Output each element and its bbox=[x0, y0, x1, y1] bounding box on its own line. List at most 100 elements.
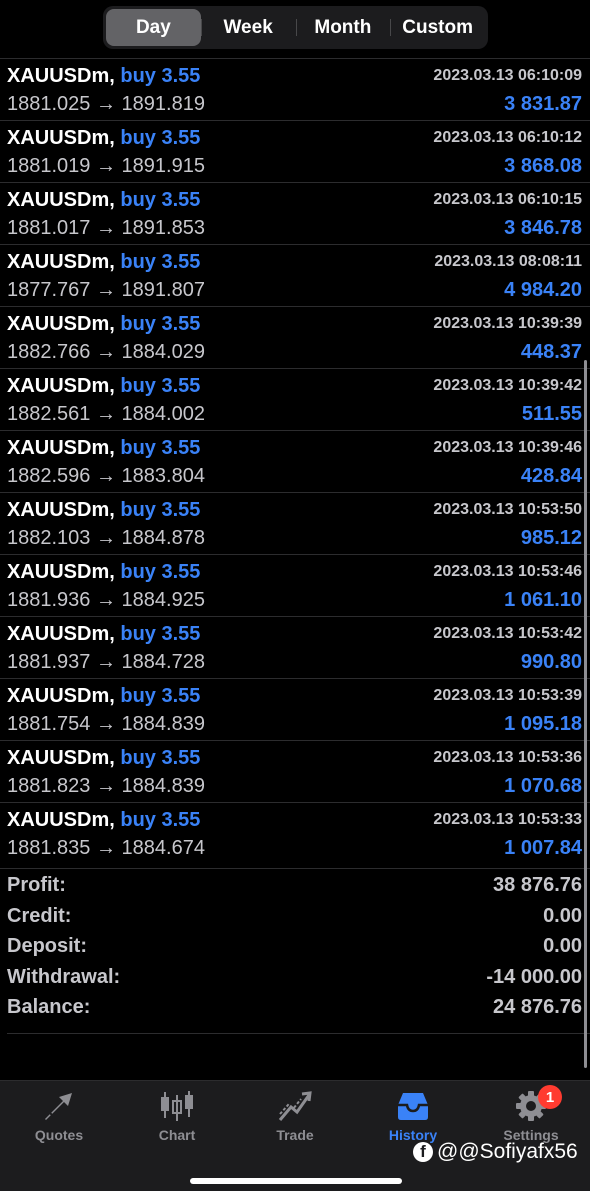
trade-volume: 3.55 bbox=[161, 437, 201, 459]
summary-label: Balance: bbox=[7, 996, 91, 1019]
open-price: 1882.561 bbox=[7, 403, 91, 425]
symbol-name: XAUUSDm, bbox=[7, 375, 115, 397]
trade-row[interactable]: XAUUSDm, buy 3.55 2023.03.13 10:53:50 1882… bbox=[0, 492, 590, 554]
trade-volume: 3.55 bbox=[161, 809, 201, 831]
trade-row[interactable]: XAUUSDm, buy 3.55 2023.03.13 10:39:39 1882… bbox=[0, 306, 590, 368]
trade-row[interactable]: XAUUSDm, buy 3.55 2023.03.13 10:53:39 1881… bbox=[0, 678, 590, 740]
trade-side: buy bbox=[120, 127, 156, 149]
tab-trade[interactable]: Trade bbox=[236, 1089, 354, 1143]
trade-side: buy bbox=[120, 623, 156, 645]
trade-symbol: XAUUSDm, buy 3.55 bbox=[7, 189, 200, 212]
trade-time: 2023.03.13 10:53:46 bbox=[433, 563, 582, 580]
close-price: 1884.728 bbox=[121, 651, 205, 673]
period-week-button[interactable]: Week bbox=[200, 9, 296, 46]
trade-row[interactable]: XAUUSDm, buy 3.55 2023.03.13 10:53:36 1881… bbox=[0, 740, 590, 802]
trade-profit: 448.37 bbox=[520, 341, 582, 363]
trade-volume: 3.55 bbox=[161, 499, 201, 521]
trade-profit: 1 095.18 bbox=[504, 713, 582, 735]
trade-side: buy bbox=[120, 499, 156, 521]
summary-label: Profit: bbox=[7, 874, 66, 896]
trade-prices: 1881.835 → 1884.674 bbox=[7, 837, 205, 860]
trade-row[interactable]: XAUUSDm, buy 3.55 2023.03.13 10:53:46 1881… bbox=[0, 554, 590, 616]
trade-symbol: XAUUSDm, buy 3.55 bbox=[7, 561, 200, 584]
arrow-icon: → bbox=[95, 837, 116, 859]
symbol-name: XAUUSDm, bbox=[7, 623, 115, 645]
arrow-icon: → bbox=[95, 651, 116, 673]
period-segmented-control: Day Week Month Custom bbox=[103, 6, 488, 49]
trade-time: 2023.03.13 10:39:46 bbox=[433, 439, 582, 456]
summary-value: 0.00 bbox=[543, 935, 582, 958]
trade-time: 2023.03.13 06:10:09 bbox=[433, 67, 582, 84]
trade-profit: 428.84 bbox=[520, 465, 582, 487]
trade-volume: 3.55 bbox=[161, 313, 201, 335]
trade-prices: 1881.936 → 1884.925 bbox=[7, 589, 205, 612]
tab-quotes[interactable]: Quotes bbox=[0, 1089, 118, 1143]
trade-row[interactable]: XAUUSDm, buy 3.55 2023.03.13 06:10:12 1881… bbox=[0, 120, 590, 182]
arrow-icon: → bbox=[95, 217, 116, 239]
summary-divider bbox=[7, 1033, 590, 1034]
trade-side: buy bbox=[120, 375, 156, 397]
arrow-icon: → bbox=[95, 713, 116, 735]
period-day-button[interactable]: Day bbox=[106, 9, 201, 46]
trade-side: buy bbox=[120, 437, 156, 459]
trade-side: buy bbox=[120, 747, 156, 769]
trade-profit: 985.12 bbox=[520, 527, 582, 549]
trade-volume: 3.55 bbox=[161, 251, 201, 273]
trade-row[interactable]: XAUUSDm, buy 3.55 2023.03.13 10:39:42 1882… bbox=[0, 368, 590, 430]
open-price: 1881.025 bbox=[7, 93, 91, 115]
open-price: 1881.754 bbox=[7, 713, 91, 735]
inbox-tray-icon bbox=[398, 1093, 428, 1120]
trade-time: 2023.03.13 10:53:50 bbox=[433, 501, 582, 518]
tab-settings[interactable]: 1 Settings bbox=[472, 1085, 590, 1143]
arrow-icon: → bbox=[95, 341, 116, 363]
trade-prices: 1881.017 → 1891.853 bbox=[7, 217, 205, 240]
candlestick-icon bbox=[161, 1091, 193, 1121]
symbol-name: XAUUSDm, bbox=[7, 685, 115, 707]
summary-value: 0.00 bbox=[543, 904, 582, 927]
tab-label: Chart bbox=[158, 1127, 196, 1143]
close-price: 1884.878 bbox=[121, 527, 205, 549]
summary-row-deposit: Deposit: 0.00 bbox=[0, 930, 590, 961]
summary-label: Deposit: bbox=[7, 935, 87, 958]
trade-row[interactable]: XAUUSDm, buy 3.55 2023.03.13 06:10:15 1881… bbox=[0, 182, 590, 244]
period-month-button[interactable]: Month bbox=[295, 9, 391, 46]
trade-volume: 3.55 bbox=[161, 189, 201, 211]
scrollbar[interactable] bbox=[584, 360, 587, 1068]
trade-symbol: XAUUSDm, buy 3.55 bbox=[7, 685, 200, 708]
trade-volume: 3.55 bbox=[161, 685, 201, 707]
home-indicator bbox=[190, 1178, 402, 1184]
bottom-tab-bar: Quotes Chart Trade History 1 Settings bbox=[0, 1080, 590, 1191]
trade-row[interactable]: XAUUSDm, buy 3.55 2023.03.13 10:53:42 1881… bbox=[0, 616, 590, 678]
trade-time: 2023.03.13 10:39:39 bbox=[433, 315, 582, 332]
trade-side: buy bbox=[120, 251, 156, 273]
close-price: 1884.029 bbox=[121, 341, 205, 363]
trade-prices: 1881.754 → 1884.839 bbox=[7, 713, 205, 736]
trade-time: 2023.03.13 10:53:39 bbox=[433, 687, 582, 704]
summary-row-profit: Profit: 38 876.76 bbox=[0, 869, 590, 900]
symbol-name: XAUUSDm, bbox=[7, 747, 115, 769]
trade-row[interactable]: XAUUSDm, buy 3.55 2023.03.13 06:10:09 1881… bbox=[0, 58, 590, 120]
tab-history[interactable]: History bbox=[354, 1089, 472, 1143]
arrow-icon: → bbox=[95, 279, 116, 301]
trade-row[interactable]: XAUUSDm, buy 3.55 2023.03.13 10:53:33 1881… bbox=[0, 802, 590, 864]
trade-time: 2023.03.13 08:08:11 bbox=[434, 253, 582, 270]
trade-trend-icon bbox=[278, 1091, 312, 1121]
trade-profit: 4 984.20 bbox=[504, 279, 582, 301]
trade-prices: 1882.596 → 1883.804 bbox=[7, 465, 205, 488]
tab-chart[interactable]: Chart bbox=[118, 1089, 236, 1143]
symbol-name: XAUUSDm, bbox=[7, 499, 115, 521]
trade-profit: 511.55 bbox=[521, 403, 582, 425]
trade-symbol: XAUUSDm, buy 3.55 bbox=[7, 127, 200, 150]
trade-row[interactable]: XAUUSDm, buy 3.55 2023.03.13 10:39:46 1882… bbox=[0, 430, 590, 492]
trade-profit: 1 070.68 bbox=[504, 775, 582, 797]
watermark-handle: @@Sofiyafx56 bbox=[437, 1140, 578, 1163]
trade-prices: 1881.823 → 1884.839 bbox=[7, 775, 205, 798]
trade-volume: 3.55 bbox=[161, 65, 201, 87]
trade-prices: 1881.025 → 1891.819 bbox=[7, 93, 205, 116]
trade-row[interactable]: XAUUSDm, buy 3.55 2023.03.13 08:08:11 1877… bbox=[0, 244, 590, 306]
trade-volume: 3.55 bbox=[161, 375, 201, 397]
close-price: 1891.807 bbox=[121, 279, 205, 301]
period-custom-button[interactable]: Custom bbox=[390, 9, 485, 46]
watermark: f @@Sofiyafx56 bbox=[413, 1140, 578, 1164]
symbol-name: XAUUSDm, bbox=[7, 437, 115, 459]
